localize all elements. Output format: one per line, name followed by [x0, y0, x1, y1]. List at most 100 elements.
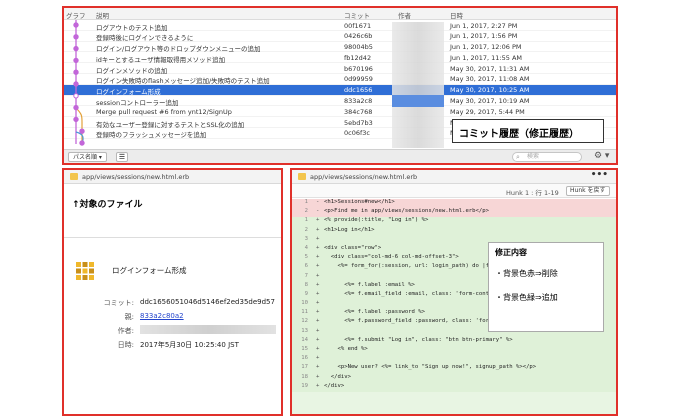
author-redaction [140, 325, 276, 334]
commit-short-hash: ddc1656 [344, 86, 373, 95]
line-code: <p>New user? <%= link_to "Sign up now!",… [324, 364, 537, 371]
sort-path-label: パス名順 [73, 154, 98, 161]
commit-date: May 30, 2017, 10:19 AM [450, 97, 530, 106]
line-number: 15 [301, 346, 308, 352]
commit-row[interactable]: ログインフォーム形成 ddc1656 May 30, 2017, 10:25 AM [64, 84, 616, 96]
added-line: 16 + [292, 355, 616, 365]
line-number: 3 [304, 235, 308, 242]
line-number: 8 [304, 281, 308, 288]
app-window: グラフ 説明 コミット 作者 日時 ログアウトのテスト追加 00f1671 Jun … [0, 0, 680, 420]
commit-short-hash: 0426c6b [344, 32, 373, 41]
line-number: 7 [304, 272, 308, 279]
line-number: 5 [304, 254, 308, 261]
list-view-icon[interactable]: ☰ [116, 152, 128, 162]
author-column-header[interactable]: 作者 [398, 10, 411, 20]
line-code: </div> [324, 382, 345, 389]
diff-file-path: app/views/sessions/new.html.erb [310, 173, 418, 181]
line-sign: - [316, 199, 320, 205]
added-line: 17 + <p>New user? <%= link_to "Sign up no… [292, 364, 616, 374]
history-search-input[interactable]: ⌕ 検索 [512, 152, 582, 162]
commit-message: Merge pull request #6 from ynt12/SignUp [96, 107, 232, 116]
folder-icon [298, 173, 306, 180]
diff-file-tab[interactable]: app/views/sessions/new.html.erb ••• [292, 170, 616, 184]
diff-annotation-added: ・背景色緑⇒追加 [495, 293, 558, 302]
diff-annotation-removed: ・背景色赤⇒削除 [495, 269, 558, 278]
graph-column-header[interactable]: グラフ [66, 10, 86, 20]
revert-hunk-button[interactable]: Hunk を戻す [566, 186, 610, 196]
line-number: 19 [301, 382, 308, 389]
line-sign: + [316, 300, 320, 307]
detail-file-tab[interactable]: app/views/sessions/new.html.erb [64, 170, 281, 184]
author-label: 作者: [117, 327, 134, 335]
added-line: 1 + <% provide(:title, "Log in") %> [292, 217, 616, 227]
parent-commit-link[interactable]: 833a2c80a2 [140, 312, 184, 320]
line-number: 2 [304, 226, 308, 233]
diff-annotation-title: 修正内容 [495, 248, 527, 257]
commit-hash[interactable]: ddc1656051046d5146ef2ed35de9d57 [140, 298, 275, 306]
line-sign: + [316, 355, 320, 362]
added-line: 14 + <%= f.submit "Log in", class: "btn b… [292, 336, 616, 346]
commit-row[interactable]: ログイン失敗時のflashメッセージ追加/失敗時のテスト追加 0d99959 May… [64, 74, 616, 85]
commit-node [73, 22, 79, 28]
gear-icon[interactable]: ⚙ ▾ [594, 151, 609, 161]
commit-label: コミット: [103, 299, 134, 307]
line-number: 14 [301, 336, 308, 343]
commit-short-hash: 5ebd7b3 [344, 118, 373, 127]
commit-node [73, 93, 79, 99]
more-options-icon[interactable]: ••• [591, 170, 608, 180]
search-placeholder: 検索 [527, 153, 540, 160]
history-footer: パス名順 ▾ ☰ ⌕ 検索 ⚙ ▾ [64, 149, 616, 163]
folder-icon [70, 173, 78, 180]
line-code: <h1>Log in</h1> [324, 226, 375, 233]
commit-column-header[interactable]: コミット [344, 10, 370, 20]
line-number: 10 [301, 300, 308, 307]
removed-line: 2 - <p>Find me in app/views/sessions/new.h… [292, 208, 616, 218]
sort-path-button[interactable]: パス名順 ▾ [68, 152, 107, 162]
line-sign: + [316, 336, 320, 343]
commit-row[interactable]: ログインメソッドの追加 b670196 May 30, 2017, 11:31 AM [64, 63, 616, 75]
line-sign: + [316, 327, 320, 334]
commit-node [79, 128, 85, 134]
commit-short-hash: 0d99959 [344, 75, 373, 84]
date-column-header[interactable]: 日時 [450, 10, 463, 20]
line-sign: + [316, 318, 320, 325]
commit-node [73, 57, 79, 64]
line-sign: + [316, 254, 320, 261]
line-sign: + [316, 309, 320, 316]
added-line: 15 + <% end %> [292, 346, 616, 356]
commit-detail-panel: app/views/sessions/new.html.erb ↑対象のファイル… [62, 168, 283, 416]
date-label: 日時: [117, 341, 134, 349]
commit-row[interactable]: idキーとするユーザ情報取得用メソッド追加 fb12d42 Jun 1, 2017,… [64, 52, 616, 64]
line-code: <p>Find me in app/views/sessions/new.htm… [324, 208, 490, 215]
line-number: 18 [301, 373, 308, 380]
commit-message: 登録時のフラッシュメッセージを追加 [96, 131, 207, 140]
commit-row[interactable]: Merge pull request #6 from ynt12/SignUp 3… [64, 106, 616, 118]
commit-graph [73, 20, 85, 146]
added-line: 18 + </div> [292, 373, 616, 383]
author-redaction [392, 22, 444, 148]
diff-annotation: 修正内容 ・背景色赤⇒削除 ・背景色緑⇒追加 [488, 242, 604, 332]
line-sign: + [316, 272, 320, 279]
commit-short-hash: 00f1671 [344, 21, 372, 30]
line-sign: + [316, 217, 320, 224]
message-column-header[interactable]: 説明 [96, 10, 109, 20]
line-sign: + [316, 382, 320, 389]
commit-row[interactable]: sessionコントローラー追加 833a2c8 May 30, 2017, 10:… [64, 96, 616, 107]
line-code: <%= f.submit "Log in", class: "btn btn-p… [324, 336, 513, 343]
commit-history-panel: グラフ 説明 コミット 作者 日時 ログアウトのテスト追加 00f1671 Jun … [62, 6, 618, 165]
line-sign: + [316, 373, 320, 380]
line-number: 9 [304, 290, 308, 297]
line-number: 1 [304, 217, 308, 224]
commit-row[interactable]: 登録時後にログインできるように 0426c6b Jun 1, 2017, 1:56 … [64, 31, 616, 42]
line-sign: + [316, 226, 320, 233]
target-file-annotation: ↑対象のファイル [72, 200, 143, 210]
commit-row[interactable]: ログイン/ログアウト等のドロップダウンメニューの追加 98004b5 Jun 1, … [64, 42, 616, 53]
detail-divider [64, 237, 281, 238]
line-number: 13 [301, 327, 308, 334]
commit-row[interactable]: ログアウトのテスト追加 00f1671 Jun 1, 2017, 2:27 PM [64, 20, 616, 32]
avatar [74, 260, 96, 282]
line-number: 4 [304, 244, 308, 251]
commit-node [73, 104, 79, 111]
diff-panel: app/views/sessions/new.html.erb ••• Hunk… [290, 168, 618, 416]
line-code: <% provide(:title, "Log in") %> [324, 217, 429, 224]
